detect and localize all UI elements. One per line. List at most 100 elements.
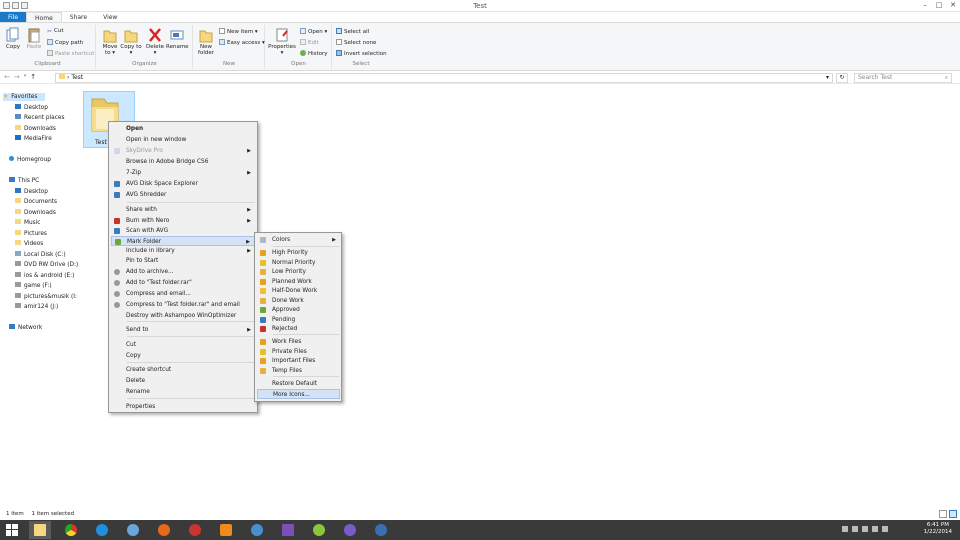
nav-fav-downloads[interactable]: Downloads	[15, 125, 56, 133]
taskbar-app4[interactable]	[122, 521, 144, 539]
taskbar-app10[interactable]	[308, 521, 330, 539]
submenu-item[interactable]: Rejected	[257, 324, 340, 334]
context-menu-item[interactable]: Add to archive...	[111, 267, 255, 277]
context-menu-item[interactable]: 7-Zip ▶	[111, 168, 255, 178]
maximize-button[interactable]: □	[932, 0, 946, 11]
volume-icon[interactable]	[882, 526, 888, 532]
nav-favorites[interactable]: ★ Favorites	[3, 93, 45, 101]
delete-button[interactable]: Delete ▾	[144, 27, 166, 56]
minimize-button[interactable]: –	[918, 0, 932, 11]
context-menu-item[interactable]: Include in library ▶	[111, 246, 255, 256]
context-menu-item[interactable]: Destroy with Ashampoo WinOptimizer	[111, 311, 255, 321]
properties-button[interactable]: Properties ▾	[268, 27, 296, 56]
address-dropdown-icon[interactable]: ▾	[826, 74, 829, 82]
submenu-item[interactable]: Colors ▶	[257, 235, 340, 245]
up-arrow-icon[interactable]: ↑	[30, 73, 36, 81]
paste-button[interactable]: Paste	[23, 27, 45, 50]
easy-access-button[interactable]: Easy access ▾	[219, 39, 265, 47]
context-menu-item[interactable]: Compress to "Test folder.rar" and email	[111, 300, 255, 310]
context-menu-item[interactable]: Open	[111, 124, 255, 134]
tray-icon[interactable]	[862, 526, 868, 532]
nav-pc-documents[interactable]: Documents	[15, 198, 57, 206]
paste-shortcut-button[interactable]: Paste shortcut	[47, 50, 94, 58]
taskbar-app12[interactable]	[370, 521, 392, 539]
new-folder-button[interactable]: New folder	[195, 27, 217, 56]
nav-pc-desktop[interactable]: Desktop	[15, 188, 48, 196]
large-icons-view-icon[interactable]	[949, 510, 957, 518]
start-button[interactable]	[1, 521, 23, 539]
context-menu-item[interactable]: Scan with AVG	[111, 226, 255, 236]
context-menu-item[interactable]: AVG Shredder	[111, 190, 255, 200]
select-none-button[interactable]: Select none	[336, 39, 376, 47]
tray-icon[interactable]	[852, 526, 858, 532]
context-menu-item[interactable]: Copy	[111, 351, 255, 361]
taskbar-app8[interactable]	[246, 521, 268, 539]
rename-button[interactable]: Rename	[166, 27, 189, 50]
copy-path-button[interactable]: Copy path	[47, 39, 83, 47]
copy-button[interactable]: Copy	[2, 27, 24, 50]
open-button[interactable]: Open ▾	[300, 28, 327, 36]
submenu-item[interactable]: Work Files	[257, 337, 340, 347]
tab-view[interactable]: View	[95, 12, 125, 22]
nav-pc-game[interactable]: game (F:)	[15, 282, 52, 290]
submenu-item[interactable]: High Priority	[257, 248, 340, 258]
context-menu-item[interactable]: Open in new window	[111, 135, 255, 145]
nav-homegroup[interactable]: Homegroup	[9, 156, 51, 164]
nav-pc-local-disk[interactable]: Local Disk (C:)	[15, 251, 66, 259]
context-menu-item[interactable]: Delete	[111, 376, 255, 386]
nav-pc-music[interactable]: Music	[15, 219, 41, 227]
nav-fav-mediafire[interactable]: MediaFire	[15, 135, 52, 143]
taskbar-ie[interactable]	[91, 521, 113, 539]
context-menu-item[interactable]: Properties	[111, 402, 255, 412]
refresh-icon[interactable]: ↻	[836, 73, 848, 83]
context-menu-item[interactable]: Cut	[111, 340, 255, 350]
invert-selection-button[interactable]: Invert selection	[336, 50, 387, 58]
network-tray-icon[interactable]	[872, 526, 878, 532]
nav-thispc[interactable]: This PC	[9, 177, 39, 185]
context-menu-item[interactable]: SkyDrive Pro ▶	[111, 146, 255, 156]
nav-pc-dvd[interactable]: DVD RW Drive (D:)	[15, 261, 78, 269]
taskbar-app9[interactable]	[277, 521, 299, 539]
context-menu-item[interactable]: Browse in Adobe Bridge CS6	[111, 157, 255, 167]
context-menu-item[interactable]: Pin to Start	[111, 256, 255, 266]
tab-share[interactable]: Share	[62, 12, 95, 22]
submenu-item[interactable]: Restore Default	[257, 379, 340, 389]
submenu-item[interactable]: Approved	[257, 305, 340, 315]
nav-pc-videos[interactable]: Videos	[15, 240, 43, 248]
tray-icon[interactable]	[842, 526, 848, 532]
history-button[interactable]: History	[300, 50, 328, 58]
context-menu-item[interactable]: Mark Folder ▶	[111, 236, 255, 246]
context-menu-item[interactable]: Rename	[111, 387, 255, 397]
taskbar-explorer[interactable]	[29, 521, 51, 539]
taskbar-app6[interactable]	[184, 521, 206, 539]
back-arrow-icon[interactable]: ←	[4, 73, 10, 81]
submenu-item[interactable]: Low Priority	[257, 267, 340, 277]
taskbar-app7[interactable]	[215, 521, 237, 539]
new-item-button[interactable]: New item ▾	[219, 28, 258, 36]
clock[interactable]: 6:41 PM 1/22/2014	[924, 522, 952, 536]
nav-pc-pictures-musik[interactable]: pictures&musik (I:	[15, 293, 77, 301]
recent-chevron-icon[interactable]: ▾	[24, 73, 27, 81]
forward-arrow-icon[interactable]: →	[14, 73, 20, 81]
context-menu-item[interactable]: Send to ▶	[111, 325, 255, 335]
nav-pc-downloads[interactable]: Downloads	[15, 209, 56, 217]
context-menu-item[interactable]: Add to "Test folder.rar"	[111, 278, 255, 288]
search-input[interactable]: Search Test ⌕	[854, 73, 952, 83]
move-to-button[interactable]: Move to ▾	[99, 27, 121, 56]
submenu-item[interactable]: Important Files	[257, 356, 340, 366]
submenu-item[interactable]: More Icons...	[257, 389, 340, 399]
nav-pc-pictures[interactable]: Pictures	[15, 230, 47, 238]
taskbar-firefox[interactable]	[153, 521, 175, 539]
address-box[interactable]: › Test ▾	[55, 73, 833, 83]
submenu-item[interactable]: Half-Done Work	[257, 286, 340, 296]
select-all-button[interactable]: Select all	[336, 28, 369, 36]
nav-fav-recent[interactable]: Recent places	[15, 114, 65, 122]
context-menu-item[interactable]: AVG Disk Space Explorer	[111, 179, 255, 189]
close-button[interactable]: ✕	[946, 0, 960, 11]
nav-network[interactable]: Network	[9, 324, 42, 332]
submenu-item[interactable]: Temp Files	[257, 366, 340, 376]
context-menu-item[interactable]: Create shortcut	[111, 365, 255, 375]
nav-fav-desktop[interactable]: Desktop	[15, 104, 48, 112]
cut-button[interactable]: ✂ Cut	[47, 28, 64, 35]
edit-button[interactable]: Edit	[300, 39, 319, 47]
